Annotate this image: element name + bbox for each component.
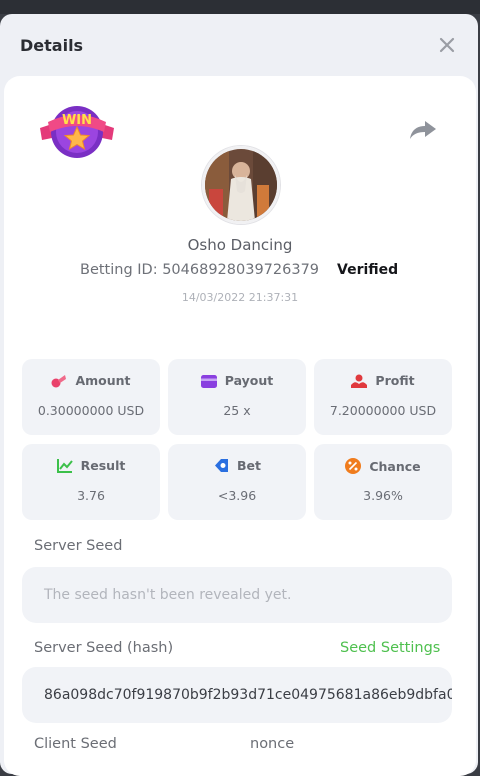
bet-timestamp: 14/03/2022 21:37:31 — [181, 291, 299, 304]
stat-label: Chance — [369, 459, 421, 474]
server-seed-field[interactable]: The seed hasn't been revealed yet. — [22, 567, 452, 623]
modal-title: Details — [20, 36, 84, 55]
amount-icon — [51, 375, 67, 388]
server-seed-hash-field[interactable]: 86a098dc70f919870b9f2b93d71ce04975681a86… — [22, 667, 452, 723]
stat-label: Profit — [375, 373, 415, 388]
stat-card-payout: Payout 25 x — [168, 359, 306, 435]
stat-label: Amount — [75, 373, 131, 388]
stat-card-result: Result 3.76 — [22, 444, 160, 520]
username: Osho Dancing — [187, 236, 293, 254]
seed-settings-link[interactable]: Seed Settings — [340, 640, 440, 656]
stat-value: 0.30000000 USD — [37, 403, 145, 418]
share-icon — [410, 121, 436, 139]
server-seed-hash-value: 86a098dc70f919870b9f2b93d71ce04975681a86… — [44, 687, 452, 703]
bet-icon — [215, 459, 228, 472]
bet-details-panel: WIN Osho Dancing Betting ID: 50468928039… — [4, 76, 476, 776]
stat-card-amount: Amount 0.30000000 USD — [22, 359, 160, 435]
svg-text:WIN: WIN — [62, 113, 92, 128]
details-modal: Details WIN Osho Dancing Betting ID: 504… — [0, 14, 478, 776]
stat-value: 3.76 — [77, 488, 105, 503]
stat-label: Bet — [237, 458, 261, 473]
stat-label: Payout — [224, 373, 274, 388]
share-button[interactable] — [408, 118, 438, 142]
win-badge-icon: WIN — [38, 98, 116, 160]
verified-status: Verified — [337, 262, 399, 278]
stat-value: 3.96% — [363, 488, 403, 503]
stat-value: 7.20000000 USD — [329, 403, 437, 418]
profit-icon — [351, 374, 368, 388]
background-strip — [0, 0, 480, 14]
server-seed-placeholder: The seed hasn't been revealed yet. — [44, 587, 292, 603]
server-seed-hash-label: Server Seed (hash) — [34, 640, 174, 656]
chance-percent-icon — [345, 458, 362, 474]
stat-card-chance: Chance 3.96% — [314, 444, 452, 520]
stat-label: Result — [80, 458, 126, 473]
payout-card-icon — [200, 375, 217, 388]
stat-card-bet: Bet <3.96 — [168, 444, 306, 520]
server-seed-label: Server Seed — [34, 538, 123, 554]
result-chart-icon — [56, 459, 73, 473]
betting-id: Betting ID: 50468928039726379 — [80, 262, 320, 278]
stat-card-profit: Profit 7.20000000 USD — [314, 359, 452, 435]
close-button[interactable] — [436, 34, 458, 56]
close-icon — [439, 37, 455, 53]
stat-value: <3.96 — [217, 488, 257, 503]
stat-value: 25 x — [223, 403, 251, 418]
avatar — [202, 146, 280, 224]
